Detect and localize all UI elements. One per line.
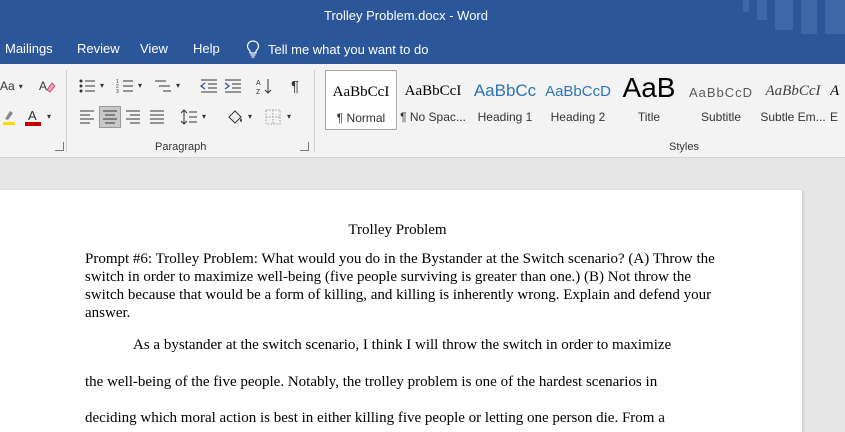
align-center-icon[interactable] bbox=[99, 106, 121, 128]
bullets-dropdown-icon[interactable]: ▾ bbox=[100, 81, 104, 90]
svg-text:A: A bbox=[28, 108, 37, 123]
style-name: Title bbox=[637, 110, 661, 124]
style-name: Heading 1 bbox=[477, 110, 533, 124]
document-title[interactable]: Trolley Problem bbox=[0, 222, 795, 239]
body-text-line[interactable]: the well-being of the five people. Notab… bbox=[85, 374, 657, 391]
group-divider bbox=[66, 70, 67, 152]
group-divider bbox=[314, 70, 315, 152]
tab-review[interactable]: Review bbox=[77, 41, 120, 56]
shading-dropdown-icon[interactable]: ▾ bbox=[248, 112, 252, 121]
tell-me-box[interactable]: Tell me what you want to do bbox=[246, 40, 428, 58]
style-name: E bbox=[830, 110, 839, 124]
style-emphasis-partial[interactable]: A E bbox=[830, 70, 845, 130]
tab-help[interactable]: Help bbox=[193, 41, 220, 56]
style-subtle-emphasis[interactable]: AaBbCcI Subtle Em... bbox=[758, 70, 828, 130]
numbering-icon[interactable]: 123 bbox=[114, 75, 136, 97]
style-preview: AaBbCcI bbox=[765, 83, 821, 99]
style-name: Subtle Em... bbox=[760, 110, 826, 124]
style-preview: AaBbCcD bbox=[688, 85, 754, 100]
shading-icon[interactable] bbox=[224, 106, 246, 128]
window-title: Trolley Problem.docx - Word bbox=[324, 8, 488, 23]
style-name: Subtitle bbox=[700, 110, 742, 124]
document-area: Trolley Problem Prompt #6: Trolley Probl… bbox=[0, 158, 845, 432]
font-dialog-launcher-icon[interactable] bbox=[55, 142, 64, 151]
prompt-label: Prompt #6: Trolley Problem: bbox=[85, 251, 258, 267]
clear-formatting-icon[interactable]: A bbox=[36, 75, 58, 97]
title-bar: Trolley Problem.docx - Word bbox=[0, 0, 845, 34]
increase-indent-icon[interactable] bbox=[222, 75, 244, 97]
sort-icon[interactable]: AZ bbox=[253, 75, 275, 97]
style-normal[interactable]: AaBbCcI ¶ Normal bbox=[325, 70, 397, 130]
style-preview: AaB bbox=[622, 72, 676, 103]
title-bar-decoration bbox=[743, 0, 845, 34]
bullets-icon[interactable] bbox=[76, 75, 98, 97]
font-color-dropdown-icon[interactable]: ▾ bbox=[47, 112, 51, 121]
line-spacing-dropdown-icon[interactable]: ▾ bbox=[202, 112, 206, 121]
tell-me-label: Tell me what you want to do bbox=[268, 41, 429, 57]
style-preview: AaBbCcI bbox=[332, 84, 390, 100]
body-text-line[interactable]: deciding which moral action is best in e… bbox=[85, 410, 665, 427]
decrease-indent-icon[interactable] bbox=[198, 75, 220, 97]
align-left-icon[interactable] bbox=[76, 106, 98, 128]
line-spacing-icon[interactable] bbox=[178, 106, 200, 128]
prompt-paragraph[interactable]: Prompt #6: Trolley Problem: What would y… bbox=[85, 250, 717, 322]
change-case-label: Aa bbox=[0, 79, 15, 93]
show-formatting-marks-icon[interactable]: ¶ bbox=[284, 75, 306, 97]
numbering-dropdown-icon[interactable]: ▾ bbox=[138, 81, 142, 90]
style-name: ¶ No Spac... bbox=[400, 110, 466, 124]
font-color-icon[interactable]: A bbox=[22, 106, 44, 128]
change-case-button[interactable]: Aa ▾ bbox=[0, 75, 28, 97]
borders-icon[interactable] bbox=[262, 106, 284, 128]
style-name: ¶ Normal bbox=[336, 111, 386, 125]
paragraph-group-label: Paragraph bbox=[155, 141, 207, 153]
lightbulb-icon bbox=[246, 40, 260, 58]
borders-dropdown-icon[interactable]: ▾ bbox=[287, 112, 291, 121]
svg-text:A: A bbox=[39, 79, 47, 93]
styles-group-label: Styles bbox=[669, 141, 699, 153]
style-preview: A bbox=[830, 83, 840, 99]
svg-text:A: A bbox=[256, 80, 261, 87]
body-text-line[interactable]: As a bystander at the switch scenario, I… bbox=[133, 337, 671, 354]
chevron-down-icon: ▾ bbox=[18, 81, 23, 91]
svg-text:Z: Z bbox=[256, 89, 261, 95]
style-no-spacing[interactable]: AaBbCcI ¶ No Spac... bbox=[397, 70, 469, 130]
multilevel-list-icon[interactable] bbox=[152, 75, 174, 97]
styles-gallery: AaBbCcI ¶ Normal AaBbCcI ¶ No Spac... Aa… bbox=[322, 70, 845, 130]
document-page[interactable]: Trolley Problem Prompt #6: Trolley Probl… bbox=[0, 190, 803, 432]
tab-view[interactable]: View bbox=[140, 41, 168, 56]
style-preview: AaBbCcI bbox=[404, 83, 462, 99]
align-right-icon[interactable] bbox=[122, 106, 144, 128]
paragraph-dialog-launcher-icon[interactable] bbox=[300, 142, 309, 151]
multilevel-dropdown-icon[interactable]: ▾ bbox=[176, 81, 180, 90]
style-preview: AaBbCcD bbox=[545, 83, 611, 100]
style-heading-1[interactable]: AaBbCc Heading 1 bbox=[472, 70, 538, 130]
justify-icon[interactable] bbox=[146, 106, 168, 128]
ribbon: Aa ▾ A A ▾ ▾ 123 ▾ ▾ AZ ¶ ▾ ▾ ▾ Paragrap… bbox=[0, 64, 845, 158]
style-heading-2[interactable]: AaBbCcD Heading 2 bbox=[542, 70, 614, 130]
tab-mailings[interactable]: Mailings bbox=[5, 41, 53, 56]
style-preview: AaBbCc bbox=[473, 81, 537, 100]
style-name: Heading 2 bbox=[550, 110, 606, 124]
svg-text:3: 3 bbox=[116, 89, 119, 94]
style-subtitle[interactable]: AaBbCcD Subtitle bbox=[686, 70, 756, 130]
text-highlight-icon[interactable] bbox=[0, 106, 16, 128]
style-title[interactable]: AaB Title bbox=[614, 70, 684, 130]
ribbon-tabs: Mailings Review View Help Tell me what y… bbox=[0, 34, 845, 64]
